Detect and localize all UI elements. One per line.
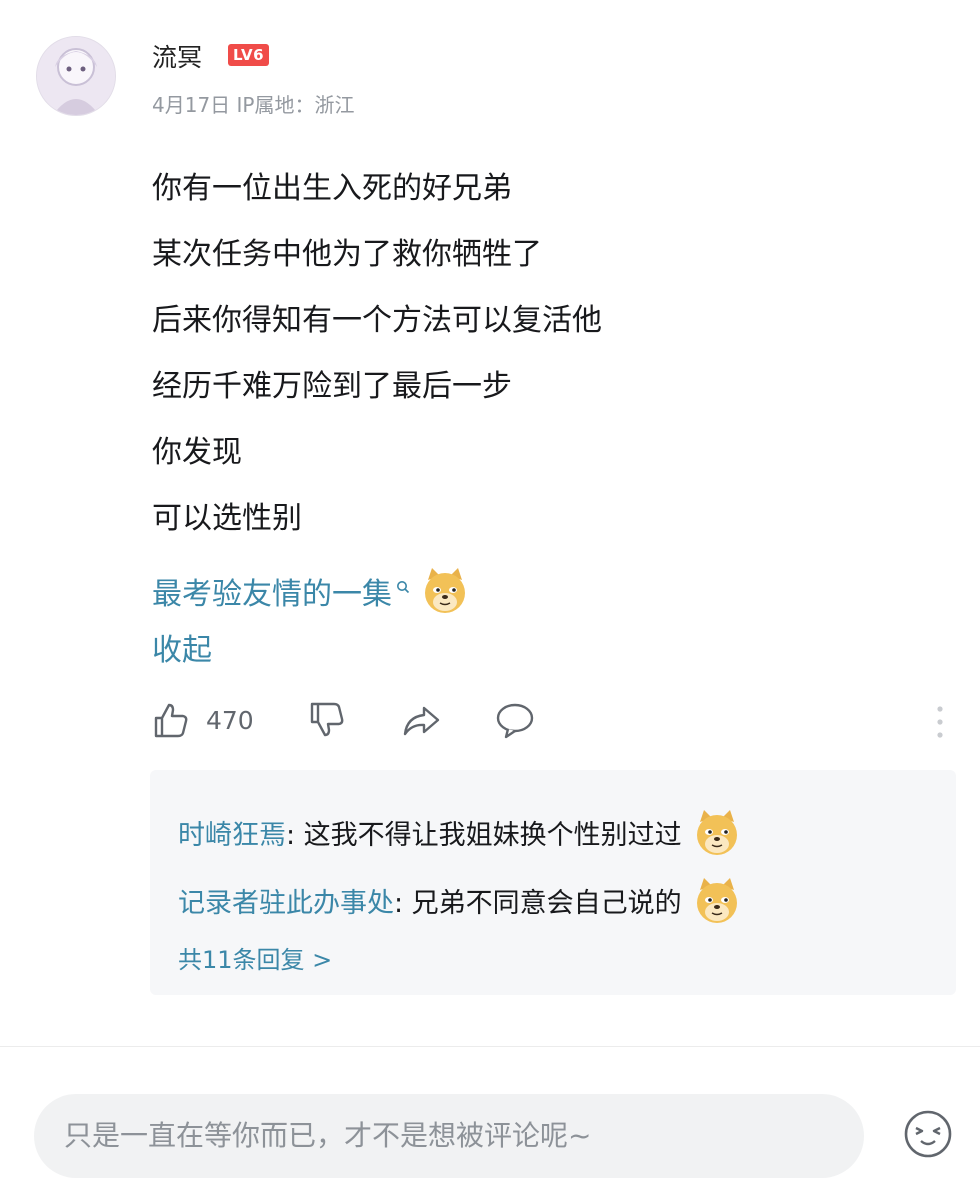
level-badge: LV6: [228, 44, 270, 66]
comment-input[interactable]: [34, 1094, 864, 1178]
comment-content: 你有一位出生入死的好兄弟 某次任务中他为了救你牺牲了 后来你得知有一个方法可以复…: [152, 156, 872, 684]
comment-line: 某次任务中他为了救你牺牲了: [152, 237, 542, 272]
username[interactable]: 流冥: [152, 38, 202, 74]
reply-text: : 这我不得让我姐妹换个性别过过: [286, 820, 682, 851]
reply-text: : 兄弟不同意会自己说的: [394, 888, 682, 919]
comment-line: 可以选性别: [152, 501, 302, 536]
emoji-icon[interactable]: [902, 1108, 954, 1164]
collapse-link[interactable]: 收起: [152, 618, 872, 684]
thumb-up-icon[interactable]: [150, 700, 190, 744]
thumb-down-icon[interactable]: [306, 700, 346, 744]
action-bar: 470: [150, 700, 950, 748]
search-icon[interactable]: [396, 552, 410, 618]
doge-emoji-icon: [692, 808, 742, 865]
doge-emoji-icon: [420, 566, 470, 640]
more-icon[interactable]: [934, 704, 946, 744]
comment-line: 后来你得知有一个方法可以复活他: [152, 303, 602, 338]
search-link[interactable]: 最考验友情的一集: [152, 577, 392, 612]
divider: [0, 1046, 980, 1047]
avatar[interactable]: [36, 36, 116, 116]
comment-line: 你有一位出生入死的好兄弟: [152, 171, 512, 206]
reply-item[interactable]: 记录者驻此办事处: 兄弟不同意会自己说的: [178, 876, 742, 933]
like-count: 470: [206, 706, 254, 735]
reply-item[interactable]: 时崎狂焉: 这我不得让我姐妹换个性别过过: [178, 808, 742, 865]
comment-meta: 4月17日 IP属地：浙江: [152, 93, 355, 117]
reply-count-link[interactable]: 共11条回复 >: [178, 940, 332, 975]
search-link-line[interactable]: 最考验友情的一集: [152, 552, 872, 618]
doge-emoji-icon: [692, 876, 742, 933]
reply-author[interactable]: 记录者驻此办事处: [178, 888, 394, 919]
comment-line: 你发现: [152, 435, 242, 470]
reply-author[interactable]: 时崎狂焉: [178, 820, 286, 851]
comment-icon[interactable]: [494, 700, 536, 744]
avatar-image: [37, 37, 115, 115]
comment-line: 经历千难万险到了最后一步: [152, 369, 512, 404]
reply-preview[interactable]: 时崎狂焉: 这我不得让我姐妹换个性别过过 记录者驻此办事处: 兄弟不同意会自己说…: [150, 770, 956, 995]
share-icon[interactable]: [400, 700, 442, 744]
